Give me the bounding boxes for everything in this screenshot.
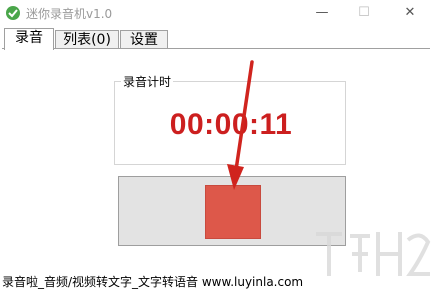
record-tab-panel: 录音计时 00:00:11 [2,48,430,271]
tab-settings[interactable]: 设置 [120,30,168,49]
maximize-button[interactable]: ☐ [350,2,378,24]
tab-strip: 录音 列表(0) 设置 [0,28,434,50]
status-text: 录音啦_音频/视频转文字_文字转语音 www.luyinla.com [2,275,304,289]
window-title: 迷你录音机v1.0 [26,7,113,21]
app-logo-icon [6,6,20,20]
minimize-button[interactable]: — [308,2,336,24]
elapsed-timer: 00:00:11 [169,108,293,141]
close-button[interactable]: ✕ [396,2,424,24]
record-button[interactable] [205,185,261,239]
tab-record[interactable]: 录音 [4,28,54,50]
timer-group: 录音计时 00:00:11 [114,73,346,165]
tab-list[interactable]: 列表(0) [55,30,119,49]
title-bar: 迷你录音机v1.0 — ☐ ✕ [0,0,434,28]
timer-group-label: 录音计时 [121,73,174,90]
status-bar: 录音啦_音频/视频转文字_文字转语音 www.luyinla.com [0,270,434,291]
record-control-area [118,176,346,246]
